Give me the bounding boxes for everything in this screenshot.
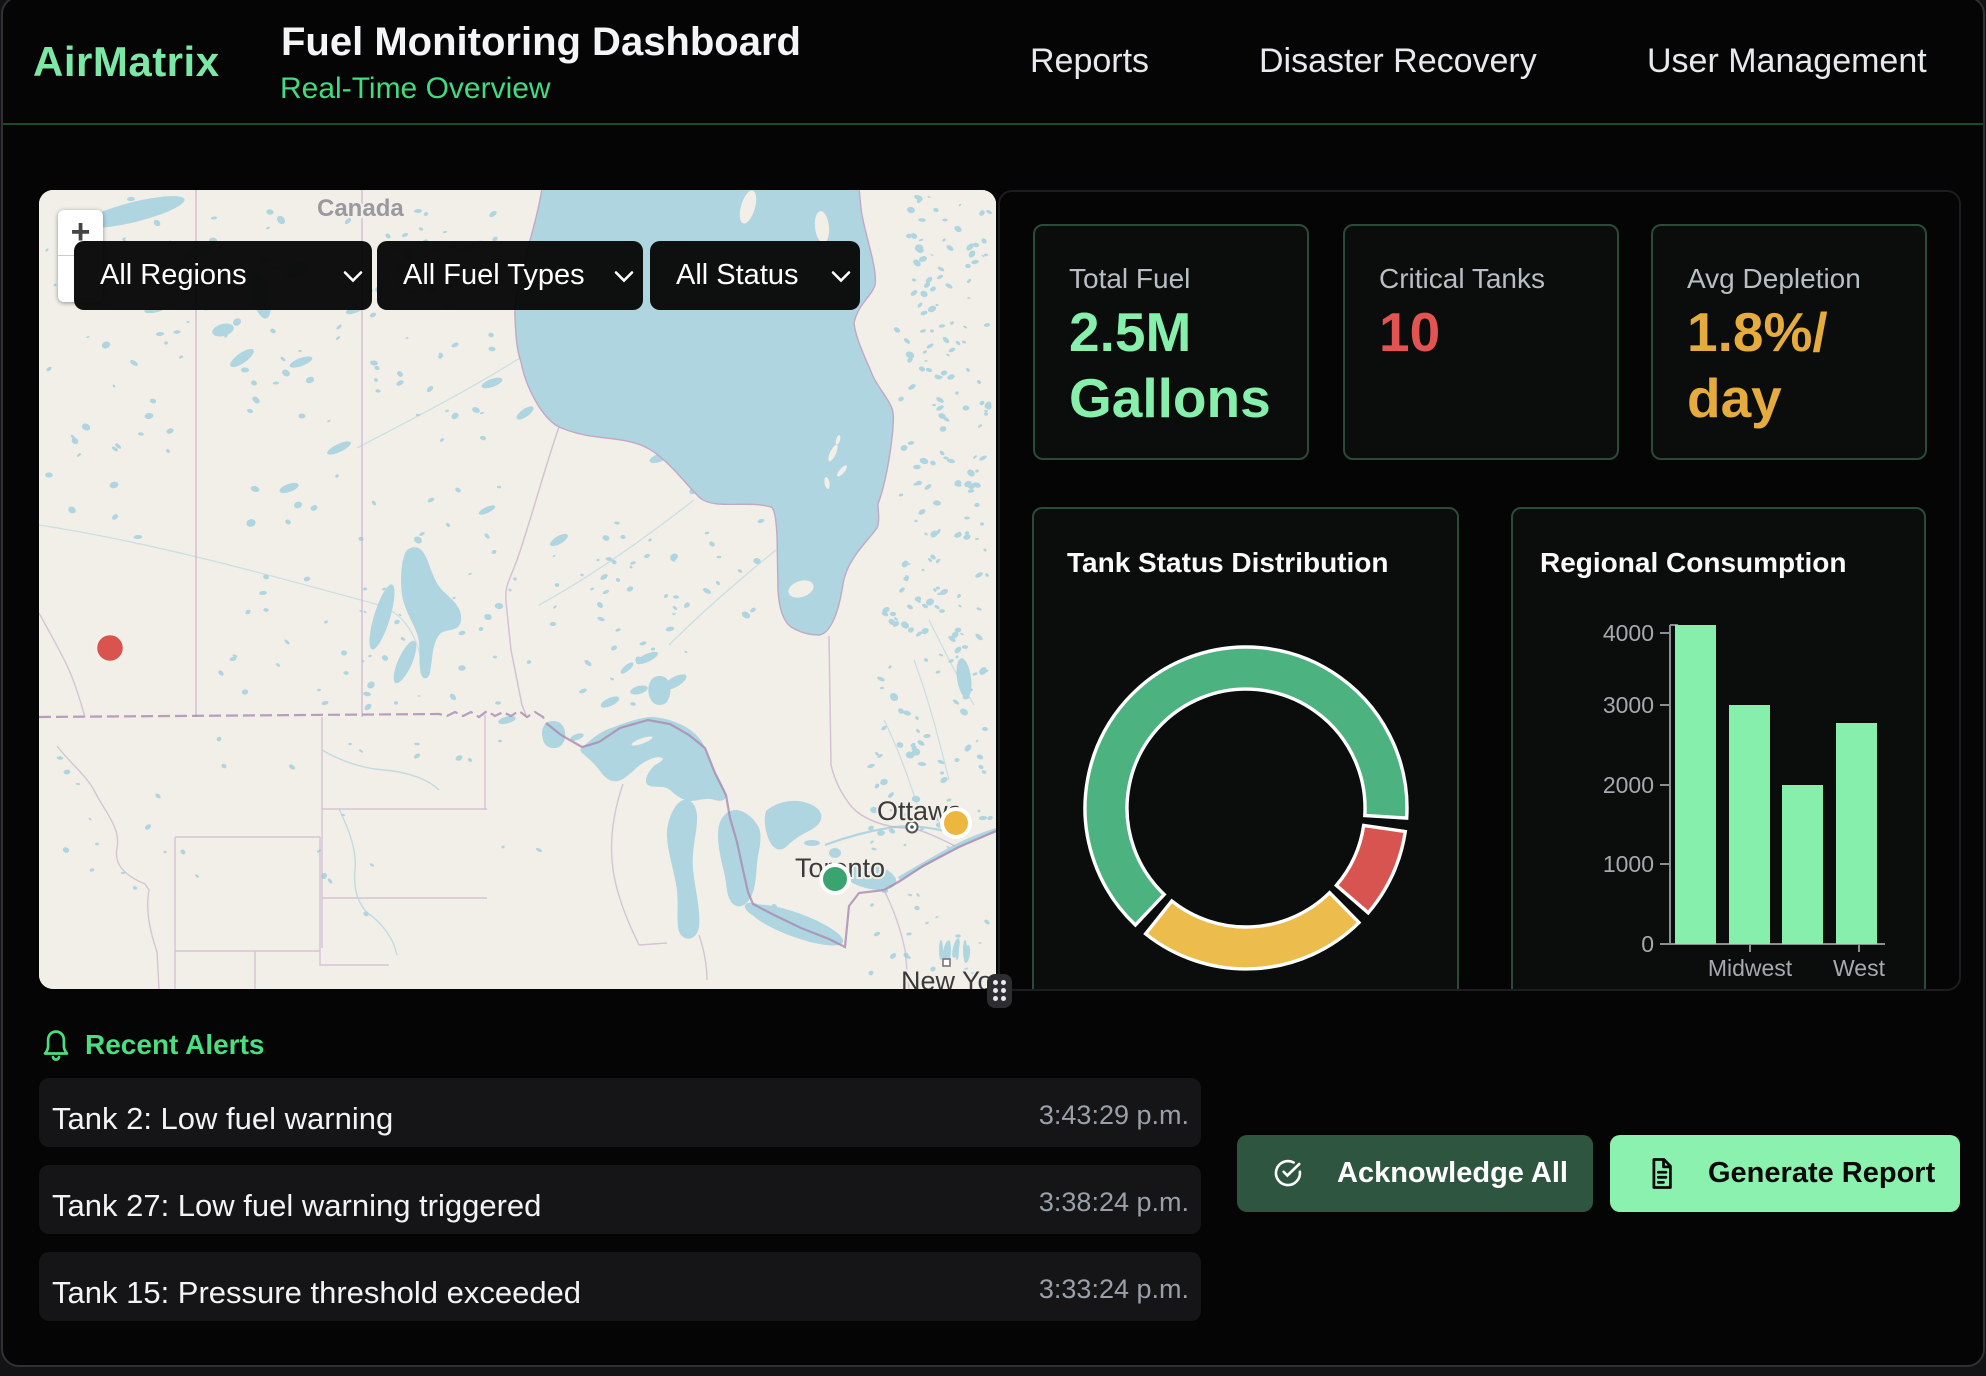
svg-text:1000: 1000 — [1603, 851, 1654, 877]
svg-text:2000: 2000 — [1603, 772, 1654, 798]
svg-text:3000: 3000 — [1603, 692, 1654, 718]
svg-text:Midwest: Midwest — [1708, 955, 1793, 981]
svg-text:West: West — [1833, 955, 1886, 981]
svg-text:Canada: Canada — [317, 195, 404, 222]
svg-text:New York: New York — [901, 966, 996, 989]
svg-text:4000: 4000 — [1603, 620, 1654, 646]
svg-text:0: 0 — [1641, 931, 1654, 957]
